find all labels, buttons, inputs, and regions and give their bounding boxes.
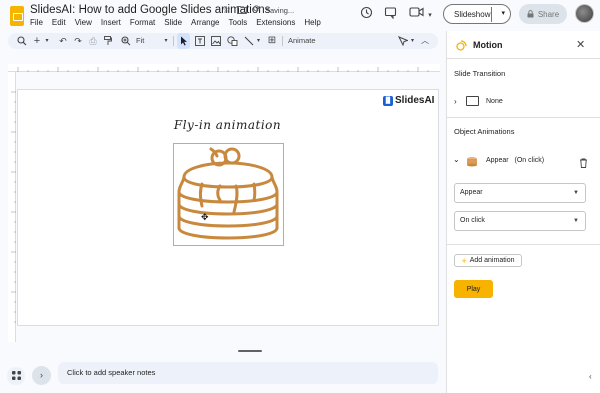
expand-filmstrip-icon[interactable]: › [32, 366, 51, 385]
text-box-icon[interactable] [193, 33, 206, 49]
selection-box [173, 143, 284, 246]
pen-dropdown-icon[interactable]: ▾ [409, 33, 416, 49]
slidesai-logo-icon: ▐▌ [383, 95, 393, 106]
search-icon[interactable] [16, 33, 28, 49]
add-animation-button[interactable]: + Add animation [454, 254, 522, 267]
line-icon[interactable] [243, 33, 255, 49]
zoom-icon[interactable] [120, 33, 132, 49]
play-button[interactable]: Play [454, 280, 493, 298]
line-dropdown-icon[interactable]: ▾ [255, 33, 262, 49]
menu-slide[interactable]: Slide [164, 18, 182, 27]
chevron-down-icon: ▼ [573, 190, 579, 196]
document-title[interactable]: SlidesAI: How to add Google Slides anima… [30, 4, 270, 16]
pen-icon[interactable] [397, 33, 410, 49]
redo-icon[interactable]: ↷ [73, 33, 83, 49]
zoom-select[interactable]: Fit [136, 33, 164, 49]
collapse-toolbar-icon[interactable]: ︿ [420, 33, 430, 49]
menu-edit[interactable]: Edit [52, 18, 66, 27]
share-label: Share [537, 9, 560, 19]
menu-bar: File Edit View Insert Format Slide Arran… [30, 18, 321, 27]
menu-view[interactable]: View [75, 18, 92, 27]
slideshow-dropdown-icon[interactable]: ▾ [501, 9, 505, 17]
chevron-down-icon[interactable]: ▾ [422, 8, 438, 24]
animation-summary[interactable]: Appear (On click) [486, 157, 544, 164]
divider [491, 7, 492, 22]
slide-heading[interactable]: Fly-in animation [150, 118, 305, 132]
animation-trigger-select[interactable]: On click ▼ [454, 211, 586, 231]
animation-trigger-value: On click [460, 217, 485, 224]
menu-file[interactable]: File [30, 18, 43, 27]
share-button[interactable]: Share [519, 4, 567, 24]
divider [447, 117, 600, 118]
new-slide-icon[interactable]: + [32, 33, 42, 49]
brand-text: SlidesAI [395, 95, 435, 106]
chevron-right-icon[interactable]: › [454, 97, 457, 106]
panel-title: Motion [473, 40, 503, 50]
toolbar-divider [282, 36, 283, 46]
menu-help[interactable]: Help [304, 18, 320, 27]
animation-type-select[interactable]: Appear ▼ [454, 183, 586, 203]
animation-summary-type: Appear [486, 157, 509, 164]
slides-app: SlidesAI: How to add Google Slides anima… [0, 0, 600, 393]
grid-view-icon[interactable] [7, 367, 25, 385]
folder-icon[interactable] [237, 5, 247, 17]
shape-icon[interactable] [226, 33, 239, 49]
lock-icon [527, 10, 534, 18]
object-animations-label: Object Animations [454, 127, 515, 136]
menu-arrange[interactable]: Arrange [191, 18, 219, 27]
slides-logo[interactable] [10, 6, 24, 26]
image-icon[interactable] [209, 33, 222, 49]
close-icon[interactable]: ✕ [576, 38, 585, 51]
move-cursor-icon: ✥ [201, 212, 209, 222]
zoom-dropdown-icon[interactable]: ▾ [162, 33, 170, 49]
print-icon[interactable]: ⎙ [88, 33, 98, 49]
motion-icon [456, 39, 468, 51]
menu-insert[interactable]: Insert [101, 18, 121, 27]
saving-status: Saving... [265, 6, 295, 15]
animation-summary-trigger: (On click) [514, 157, 545, 164]
trash-icon[interactable] [579, 155, 589, 168]
add-comment-icon[interactable]: ⊞ [266, 33, 278, 49]
menu-extensions[interactable]: Extensions [256, 18, 295, 27]
toolbar-divider [173, 36, 174, 46]
new-slide-dropdown-icon[interactable]: ▾ [43, 33, 51, 49]
chevron-down-icon[interactable]: ⌄ [453, 155, 460, 164]
add-animation-label: Add animation [469, 257, 515, 264]
transition-value[interactable]: None [486, 98, 503, 105]
slide-transition-label: Slide Transition [454, 69, 506, 78]
play-label: Play [466, 285, 481, 293]
undo-icon[interactable]: ↶ [58, 33, 68, 49]
slideshow-button[interactable]: Slideshow ▾ [443, 4, 511, 24]
slideshow-label: Slideshow [454, 9, 491, 19]
divider [447, 244, 600, 245]
zoom-value: Fit [136, 36, 145, 45]
paint-format-icon[interactable] [103, 33, 113, 49]
animate-label: Animate [288, 36, 316, 45]
sync-icon: ⟳ [253, 4, 262, 15]
plus-icon: + [461, 255, 467, 266]
avatar[interactable] [575, 4, 594, 23]
menu-tools[interactable]: Tools [229, 18, 248, 27]
select-tool-icon[interactable] [177, 33, 190, 49]
slide-thumbnail-icon [466, 96, 479, 106]
star-icon[interactable]: ☆ [222, 5, 231, 16]
pancake-thumbnail-icon [466, 154, 478, 167]
comment-icon[interactable] [382, 6, 398, 22]
menu-format[interactable]: Format [130, 18, 155, 27]
show-side-panel-icon[interactable]: ‹ [589, 372, 599, 386]
speaker-notes[interactable]: Click to add speaker notes [58, 362, 438, 384]
horizontal-ruler[interactable] [8, 64, 440, 72]
divider [447, 58, 600, 59]
history-icon[interactable] [358, 6, 374, 22]
vertical-ruler[interactable] [8, 72, 16, 342]
animate-button[interactable]: Animate [288, 33, 324, 49]
chevron-down-icon: ▼ [573, 218, 579, 224]
slidesai-brand: ▐▌ SlidesAI [383, 95, 434, 106]
notes-resize-handle[interactable] [238, 350, 262, 352]
animation-type-value: Appear [460, 189, 483, 196]
